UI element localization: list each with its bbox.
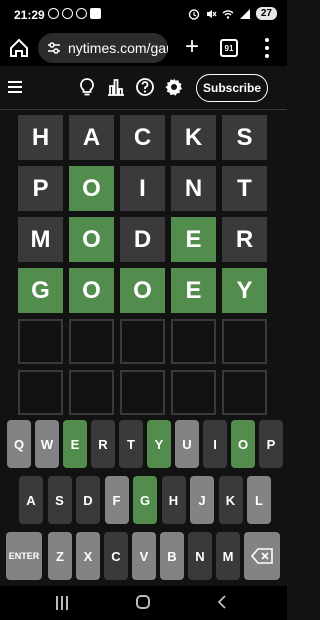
board-tile — [222, 370, 267, 415]
backspace-icon — [251, 548, 273, 564]
key-g[interactable]: G — [133, 476, 157, 524]
key-r[interactable]: R — [91, 420, 115, 468]
notification-icon — [48, 8, 59, 19]
key-m[interactable]: M — [216, 532, 240, 580]
site-settings-icon[interactable] — [46, 40, 62, 56]
key-e[interactable]: E — [63, 420, 87, 468]
tab-switcher-button[interactable]: 91 — [220, 39, 238, 57]
status-bar: 21:29 27 — [0, 0, 287, 30]
board-tile: K — [171, 115, 216, 160]
board-tile: O — [69, 166, 114, 211]
notification-icons — [48, 8, 101, 19]
key-s[interactable]: S — [47, 476, 72, 524]
board-tile — [120, 319, 165, 364]
board-tile — [171, 319, 216, 364]
game-header: Subscribe — [0, 66, 287, 110]
keyboard-row: QWERTYUIOP — [0, 420, 287, 468]
key-l[interactable]: L — [247, 476, 271, 524]
browser-menu-icon[interactable] — [262, 38, 272, 58]
system-nav-bar — [0, 586, 287, 620]
wifi-icon — [222, 9, 234, 19]
key-j[interactable]: J — [190, 476, 214, 524]
key-c[interactable]: C — [104, 532, 128, 580]
statistics-icon[interactable] — [106, 77, 126, 97]
board-tile — [69, 370, 114, 415]
board-tile — [171, 370, 216, 415]
recent-apps-icon[interactable] — [56, 596, 68, 610]
key-k[interactable]: K — [218, 476, 243, 524]
whatsapp-icon — [62, 8, 73, 19]
battery-level: 27 — [255, 7, 277, 20]
help-icon[interactable] — [135, 77, 155, 97]
key-t[interactable]: T — [119, 420, 143, 468]
key-v[interactable]: V — [132, 532, 156, 580]
keyboard-row: ENTER Z X C V B N M — [0, 532, 287, 580]
key-b[interactable]: B — [160, 532, 184, 580]
board-tile — [18, 370, 63, 415]
enter-key[interactable]: ENTER — [6, 532, 42, 580]
board-tile: E — [171, 268, 216, 313]
settings-gear-icon[interactable] — [164, 77, 184, 97]
board-tile: E — [171, 217, 216, 262]
board-tile: A — [69, 115, 114, 160]
backspace-key[interactable] — [244, 532, 280, 580]
back-icon[interactable] — [216, 594, 228, 610]
board-tile: H — [18, 115, 63, 160]
home-button-icon[interactable] — [136, 595, 150, 609]
board-tile: O — [120, 268, 165, 313]
key-w[interactable]: W — [35, 420, 59, 468]
key-f[interactable]: F — [104, 476, 129, 524]
key-o[interactable]: O — [231, 420, 255, 468]
board-tile: G — [18, 268, 63, 313]
key-p[interactable]: P — [259, 420, 283, 468]
system-icons: 27 — [188, 7, 277, 20]
key-q[interactable]: Q — [7, 420, 31, 468]
hint-bulb-icon[interactable] — [77, 77, 97, 97]
key-x[interactable]: X — [76, 532, 100, 580]
home-icon[interactable] — [8, 37, 30, 59]
board-tile: P — [18, 166, 63, 211]
save-notification-icon — [90, 8, 101, 19]
key-d[interactable]: D — [76, 476, 100, 524]
key-u[interactable]: U — [175, 420, 199, 468]
keyboard-row: ASDFGHJKL — [0, 476, 287, 524]
board-tile: I — [120, 166, 165, 211]
board-tile: D — [120, 217, 165, 262]
board-tile: O — [69, 268, 114, 313]
board-tile — [222, 319, 267, 364]
key-a[interactable]: A — [19, 476, 43, 524]
board-tile: C — [120, 115, 165, 160]
key-y[interactable]: Y — [147, 420, 171, 468]
key-h[interactable]: H — [161, 476, 186, 524]
board-tile: O — [69, 217, 114, 262]
board-tile: Y — [222, 268, 267, 313]
whatsapp-icon — [76, 8, 87, 19]
subscribe-button[interactable]: Subscribe — [196, 74, 268, 102]
board-tile — [18, 319, 63, 364]
key-z[interactable]: Z — [48, 532, 72, 580]
board-tile — [120, 370, 165, 415]
board-tile — [69, 319, 114, 364]
signal-icon — [239, 8, 250, 19]
status-time: 21:29 — [14, 8, 45, 22]
key-n[interactable]: N — [188, 532, 212, 580]
mute-icon — [206, 9, 217, 18]
hamburger-menu-icon[interactable] — [8, 81, 22, 93]
url-text: nytimes.com/gam — [68, 40, 168, 56]
address-bar[interactable]: nytimes.com/gam — [38, 33, 168, 63]
board-tile: R — [222, 217, 267, 262]
board-tile: T — [222, 166, 267, 211]
browser-toolbar: nytimes.com/gam + 91 — [0, 30, 287, 66]
alarm-icon — [188, 8, 200, 20]
new-tab-button[interactable]: + — [180, 34, 204, 60]
key-i[interactable]: I — [203, 420, 227, 468]
board-tile: N — [171, 166, 216, 211]
board-tile: S — [222, 115, 267, 160]
board-tile: M — [18, 217, 63, 262]
game-board: HACKSPOINTMODERGOOEY — [18, 115, 268, 415]
